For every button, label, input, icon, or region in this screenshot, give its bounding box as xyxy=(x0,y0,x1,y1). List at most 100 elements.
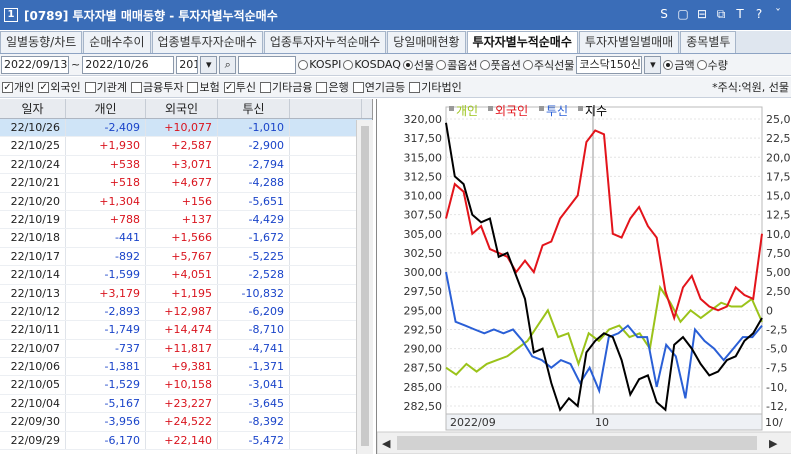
pin-icon[interactable]: T xyxy=(733,6,747,22)
tab-today-trades[interactable]: 당일매매현황 xyxy=(387,31,466,53)
unit-note: *주식:억원, 선물 xyxy=(712,79,789,95)
minimize-icon[interactable]: ⊟ xyxy=(695,6,709,22)
radio-kospi[interactable]: KOSPI xyxy=(298,58,341,71)
cell-individual: -2,893 xyxy=(66,302,146,321)
filter-institution[interactable]: 기관계 xyxy=(84,79,127,95)
cell-individual: -1,749 xyxy=(66,321,146,339)
filter-other-corp[interactable]: 기타법인 xyxy=(409,79,462,95)
tab-sector-cumulative[interactable]: 업종투자자누적순매수 xyxy=(263,31,387,53)
s-icon[interactable]: S xyxy=(657,6,671,22)
table-row[interactable]: 22/09/29 -6,170 +22,140 -5,472 xyxy=(0,431,372,451)
radio-futures[interactable]: 선물 xyxy=(402,57,434,73)
checkbox-empty-icon xyxy=(131,81,142,93)
header-foreign[interactable]: 외국인 xyxy=(146,99,218,118)
cell-investment-trust: -2,528 xyxy=(218,266,290,284)
filter-bank-label: 은행 xyxy=(328,81,349,94)
left-tick-label: 285,00 xyxy=(404,381,443,394)
radio-call[interactable]: 콜옵션 xyxy=(436,57,478,73)
table-row[interactable]: 22/10/12 -2,893 +12,987 -6,209 xyxy=(0,302,372,322)
code-input[interactable] xyxy=(238,55,297,74)
cell-date: 22/10/21 xyxy=(0,174,66,192)
radio-kospi-label: KOSPI xyxy=(309,58,342,71)
legend-label[interactable]: 투신 xyxy=(546,104,568,118)
scroll-right-icon[interactable]: ▶ xyxy=(769,437,778,450)
tab-stock-investor[interactable]: 종목별투 xyxy=(680,31,737,53)
market-select[interactable]: 코스닥150신 xyxy=(576,55,643,74)
tab-sector-investor[interactable]: 업종별투자자순매수 xyxy=(151,31,263,53)
table-row[interactable]: 22/10/19 +788 +137 -4,429 xyxy=(0,210,372,230)
end-date-input[interactable]: 2022/10/26 xyxy=(82,55,175,74)
count-dropdown-button[interactable]: ▾ xyxy=(200,55,218,74)
legend-label[interactable]: 개인 xyxy=(456,104,478,118)
header-date[interactable]: 일자 xyxy=(0,99,66,118)
radio-quantity[interactable]: 수량 xyxy=(696,57,728,73)
search-button[interactable]: ⌕ xyxy=(219,55,237,74)
table-row[interactable]: 22/10/25 +1,930 +2,587 -2,900 xyxy=(0,137,372,156)
table-row[interactable]: 22/10/05 -1,529 +10,158 -3,041 xyxy=(0,376,372,395)
table-row[interactable]: 22/10/24 +538 +3,071 -2,794 xyxy=(0,155,372,175)
radio-amount[interactable]: 금액 xyxy=(663,57,695,73)
sheet-icon[interactable]: ▢ xyxy=(676,6,690,22)
table-row[interactable]: 22/10/17 -892 +5,767 -5,225 xyxy=(0,247,372,267)
filter-pension[interactable]: 연기금등 xyxy=(352,79,405,95)
filter-individual-label: 개인 xyxy=(14,81,35,94)
cell-foreign: +137 xyxy=(146,210,218,229)
cell-investment-trust: -2,794 xyxy=(218,155,290,174)
filter-other-financial[interactable]: 기타금융 xyxy=(259,79,312,95)
filter-insurance[interactable]: 보험 xyxy=(187,79,220,95)
chart-scroll-thumb[interactable] xyxy=(397,436,757,450)
table-row[interactable]: 22/10/21 +518 +4,677 -4,288 xyxy=(0,174,372,193)
table-row[interactable]: 22/09/30 -3,956 +24,522 -8,392 xyxy=(0,413,372,432)
cell-individual: -441 xyxy=(66,229,146,247)
table-row[interactable]: 22/10/11 -1,749 +14,474 -8,710 xyxy=(0,321,372,340)
legend-label[interactable]: 지수 xyxy=(585,104,607,118)
right-tick-label: 10,0 xyxy=(766,228,791,241)
cell-individual: -1,529 xyxy=(66,376,146,394)
market-dropdown-button[interactable]: ▾ xyxy=(644,55,662,74)
legend-label[interactable]: 외국인 xyxy=(495,104,528,118)
start-date-input[interactable]: 2022/09/13 xyxy=(1,55,69,74)
scrollbar-thumb[interactable] xyxy=(361,126,369,446)
table-row[interactable]: 22/10/26 -2,409 +10,077 -1,010 xyxy=(0,119,372,138)
table-row[interactable]: 22/10/14 -1,599 +4,051 -2,528 xyxy=(0,266,372,285)
restore-icon[interactable]: ⧉ xyxy=(714,6,728,22)
left-tick-label: 320,00 xyxy=(404,113,443,126)
date-tilde: ~ xyxy=(71,58,81,71)
table-row[interactable]: 22/10/06 -1,381 +9,381 -1,371 xyxy=(0,358,372,377)
query-controls: 2022/09/13 ~ 2022/10/26 201 ▾ ⌕ KOSPI KO… xyxy=(0,54,791,76)
cell-investment-trust: -1,010 xyxy=(218,119,290,137)
filter-financial-investment[interactable]: 금융투자 xyxy=(131,79,183,95)
cell-blank xyxy=(290,339,362,358)
table-row[interactable]: 22/10/04 -5,167 +23,227 -3,645 xyxy=(0,394,372,414)
filter-foreign[interactable]: ✓ 외국인 xyxy=(38,79,81,95)
radio-stock-futures[interactable]: 주식선물 xyxy=(522,57,574,73)
count-input[interactable]: 201 xyxy=(176,55,199,74)
tab-net-buy-trend[interactable]: 순매수추이 xyxy=(83,31,151,53)
filter-bank[interactable]: 은행 xyxy=(316,79,349,95)
filter-investment-trust[interactable]: ✓ 투신 xyxy=(223,79,256,95)
cell-individual: +3,179 xyxy=(66,284,146,302)
radio-put[interactable]: 풋옵션 xyxy=(479,57,521,73)
scroll-left-icon[interactable]: ◀ xyxy=(382,437,391,450)
header-individual[interactable]: 개인 xyxy=(66,99,146,118)
table-row[interactable]: 22/10/07 -737 +11,817 -4,741 xyxy=(0,339,372,359)
table-row[interactable]: 22/10/18 -441 +1,566 -1,672 xyxy=(0,229,372,248)
table-scrollbar[interactable] xyxy=(356,120,373,454)
close-icon[interactable]: ˇ xyxy=(771,6,785,22)
radio-kosdaq[interactable]: KOSDAQ xyxy=(343,58,401,71)
radio-kosdaq-label: KOSDAQ xyxy=(354,58,401,71)
cell-individual: -1,381 xyxy=(66,358,146,376)
cell-blank xyxy=(290,413,362,431)
cell-blank xyxy=(290,394,362,413)
cell-blank xyxy=(290,358,362,376)
tab-investor-daily[interactable]: 투자자별일별매매 xyxy=(578,31,680,53)
radio-futures-dot xyxy=(402,59,413,70)
help-icon[interactable]: ? xyxy=(752,6,766,22)
table-row[interactable]: 22/10/13 +3,179 +1,195 -10,832 xyxy=(0,284,372,303)
table-row[interactable]: 22/10/20 +1,304 +156 -5,651 xyxy=(0,192,372,211)
filter-individual[interactable]: ✓ 개인 xyxy=(2,79,34,95)
tab-investor-cumulative[interactable]: 투자자별누적순매수 xyxy=(466,31,578,53)
cell-blank xyxy=(290,321,362,339)
tab-daily-trend[interactable]: 일별동향/차트 xyxy=(0,31,83,53)
header-investment-trust[interactable]: 투신 xyxy=(218,99,290,118)
